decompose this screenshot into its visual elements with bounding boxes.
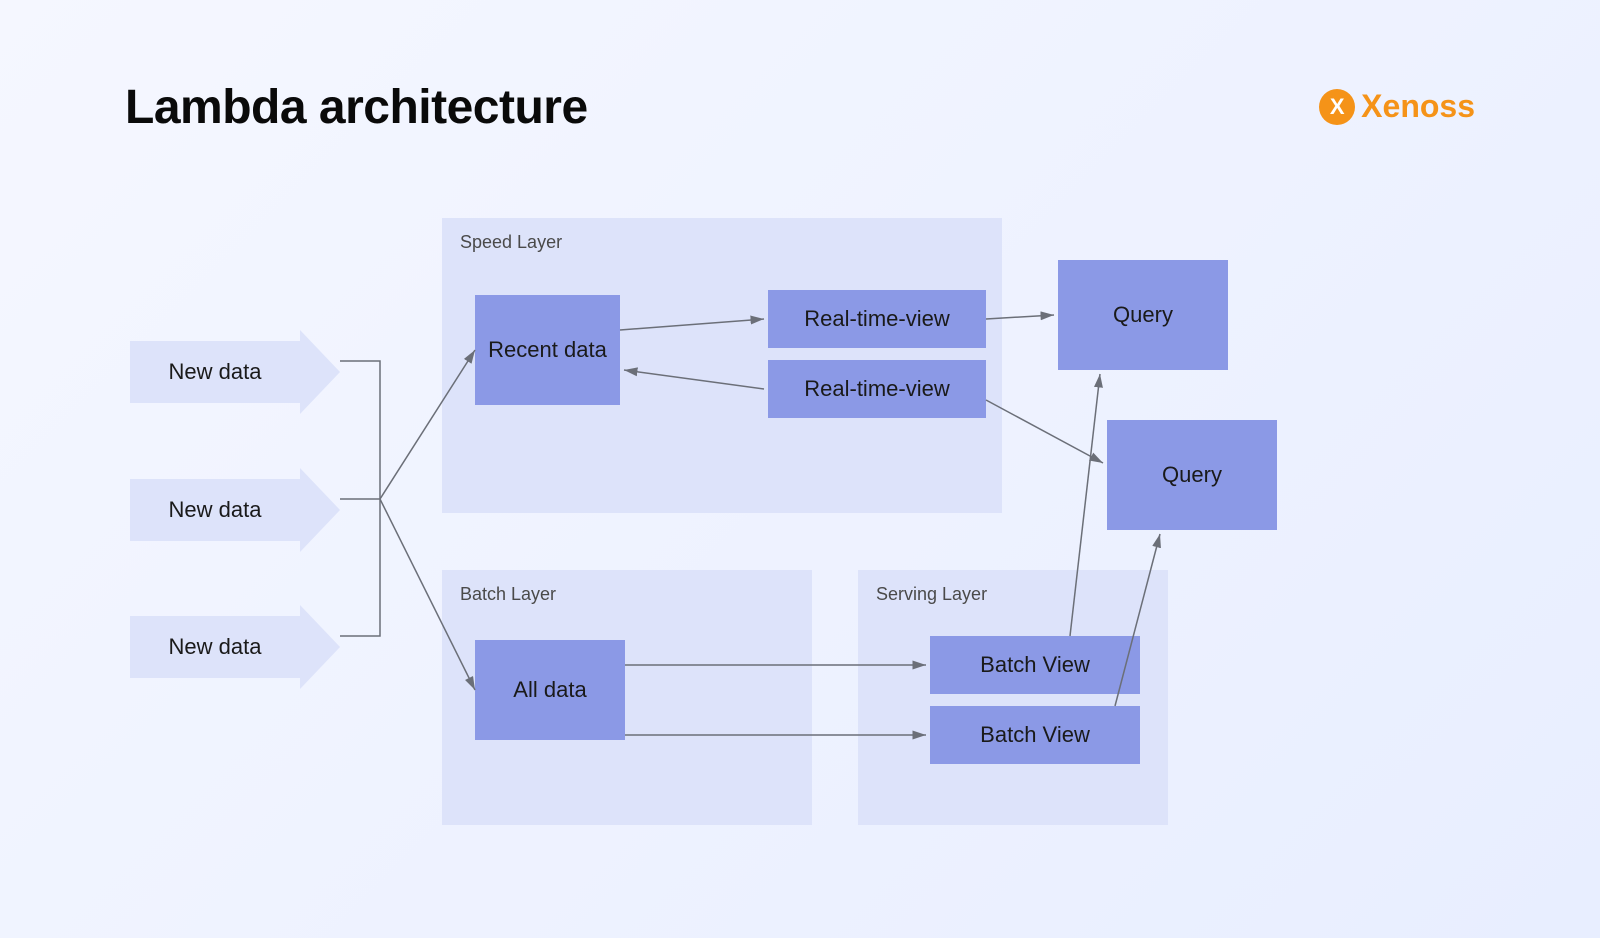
arrow-head-icon [300, 605, 340, 689]
node-all-data: All data [475, 640, 625, 740]
serving-layer-title: Serving Layer [876, 584, 1150, 605]
node-rt-view-2: Real-time-view [768, 360, 986, 418]
input-label-2: New data [130, 479, 300, 541]
node-query-1: Query [1058, 260, 1228, 370]
arrow-head-icon [300, 330, 340, 414]
node-recent-data: Recent data [475, 295, 620, 405]
serving-layer-box: Serving Layer [858, 570, 1168, 825]
input-label-1: New data [130, 341, 300, 403]
batch-layer-title: Batch Layer [460, 584, 794, 605]
node-batch-view-2: Batch View [930, 706, 1140, 764]
arrow-head-icon [300, 468, 340, 552]
node-batch-view-1: Batch View [930, 636, 1140, 694]
input-label-3: New data [130, 616, 300, 678]
input-arrow-1: New data [130, 330, 340, 414]
node-rt-view-1: Real-time-view [768, 290, 986, 348]
diagram-canvas: New data New data New data Speed Layer R… [0, 0, 1600, 938]
input-arrow-2: New data [130, 468, 340, 552]
speed-layer-title: Speed Layer [460, 232, 984, 253]
input-arrow-3: New data [130, 605, 340, 689]
node-query-2: Query [1107, 420, 1277, 530]
